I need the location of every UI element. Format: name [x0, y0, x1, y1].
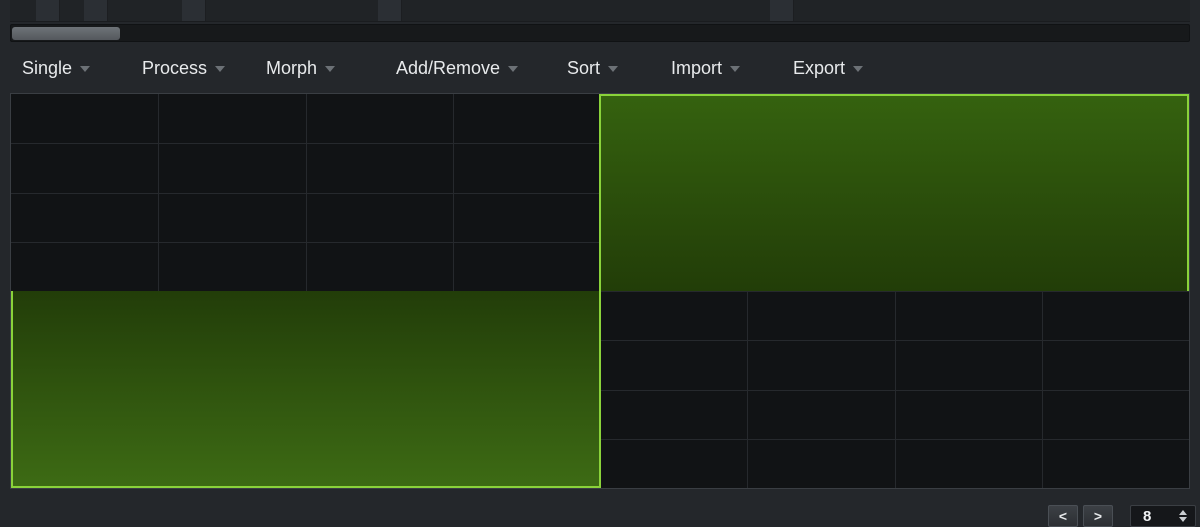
menu-label: Add/Remove: [396, 57, 501, 78]
decrement-icon[interactable]: [1179, 517, 1187, 522]
menu-label: Import: [671, 57, 723, 78]
dropdown-arrow-icon: [853, 66, 864, 72]
chevron-left-icon: <: [1058, 508, 1068, 524]
waveform-low-segment: [11, 291, 600, 487]
menu-label: Export: [793, 57, 846, 78]
dropdown-arrow-icon: [80, 66, 91, 72]
dropdown-arrow-icon: [608, 66, 619, 72]
menu-sort[interactable]: Sort: [567, 57, 619, 79]
horizontal-scrollbar[interactable]: [10, 24, 1190, 42]
previous-frame-button[interactable]: <: [1048, 505, 1078, 527]
frame-count-value: 8: [1143, 507, 1152, 525]
stepper-arrows-icon[interactable]: [1179, 510, 1187, 522]
menu-label: Process: [142, 57, 208, 78]
wavetable-frame-strip[interactable]: [10, 0, 1190, 22]
dropdown-arrow-icon: [325, 66, 336, 72]
next-frame-button[interactable]: >: [1083, 505, 1113, 527]
menu-add-remove[interactable]: Add/Remove: [396, 57, 519, 79]
menu-label: Single: [22, 57, 73, 78]
frame-cell[interactable]: [770, 0, 794, 21]
frame-cell[interactable]: [378, 0, 402, 21]
waveform-high-segment: [600, 95, 1189, 291]
chevron-right-icon: >: [1093, 508, 1103, 524]
menu-label: Morph: [266, 57, 318, 78]
menu-single[interactable]: Single: [22, 57, 91, 79]
dropdown-arrow-icon: [730, 66, 741, 72]
menu-morph[interactable]: Morph: [266, 57, 336, 79]
scrollbar-thumb[interactable]: [12, 27, 120, 40]
frame-cell[interactable]: [84, 0, 108, 21]
menu-import[interactable]: Import: [671, 57, 741, 79]
menu-label: Sort: [567, 57, 601, 78]
waveform-editor[interactable]: [10, 93, 1190, 489]
dropdown-arrow-icon: [508, 66, 519, 72]
menu-export[interactable]: Export: [793, 57, 864, 79]
waveform-canvas[interactable]: [11, 94, 1189, 488]
wavetable-editor: Single Process Morph Add/Remove Sort Imp…: [0, 0, 1200, 527]
dropdown-arrow-icon: [215, 66, 226, 72]
menu-process[interactable]: Process: [142, 57, 226, 79]
menu-bar: Single Process Morph Add/Remove Sort Imp…: [0, 48, 1200, 86]
frame-cell[interactable]: [182, 0, 206, 21]
increment-icon[interactable]: [1179, 510, 1187, 515]
frame-count-stepper[interactable]: 8: [1130, 505, 1196, 527]
frame-cell[interactable]: [36, 0, 60, 21]
